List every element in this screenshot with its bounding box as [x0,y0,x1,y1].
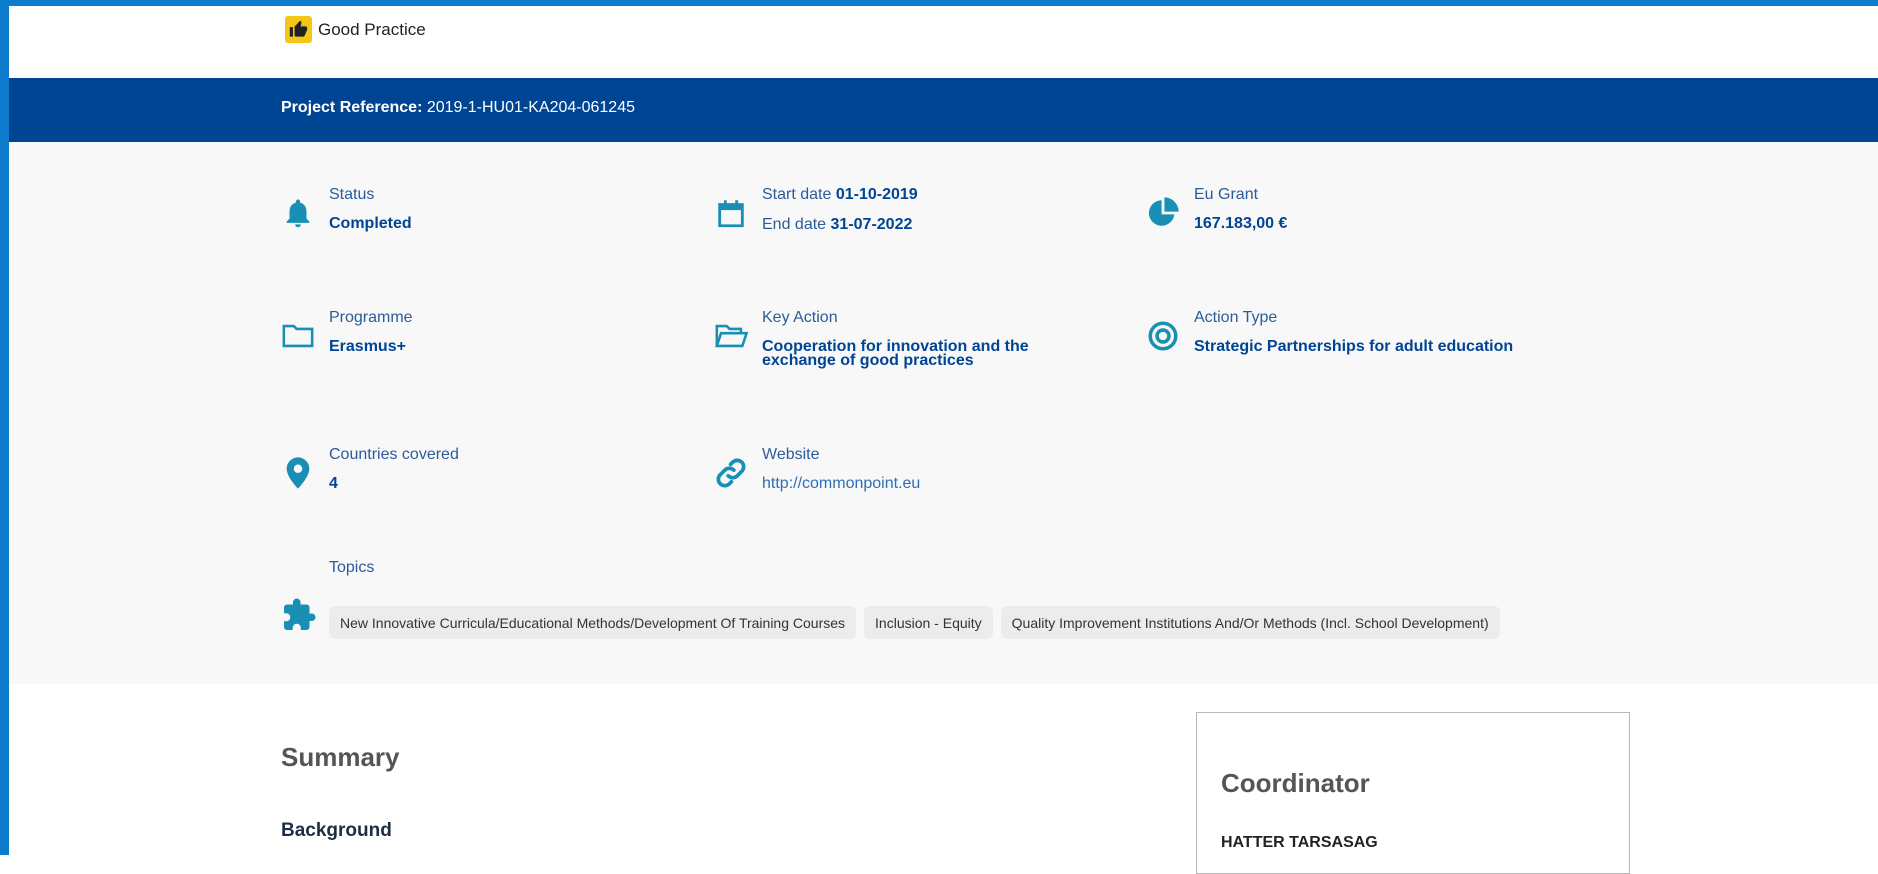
pie-chart-icon [1146,196,1180,230]
key-action-label: Key Action [762,309,838,326]
action-type-value: Strategic Partnerships for adult educati… [1194,338,1514,355]
action-type-label: Action Type [1194,309,1278,326]
end-date: End date 31-07-2022 [762,216,912,234]
countries-value: 4 [329,475,338,492]
end-date-label: End date [762,216,827,233]
website-label: Website [762,446,820,463]
project-reference-label: Project Reference: [281,99,423,116]
bell-icon [281,196,315,230]
folder-icon [281,319,315,353]
calendar-icon [714,196,748,230]
link-icon [714,456,748,490]
start-date-label: Start date [762,186,832,203]
end-date-value: 31-07-2022 [830,216,913,233]
map-pin-icon [281,456,315,490]
window-frame-left [0,0,9,855]
project-reference-bar: Project Reference: 2019-1-HU01-KA204-061… [9,78,1878,142]
start-date: Start date 01-10-2019 [762,186,918,204]
thumbs-up-icon [285,16,312,43]
start-date-value: 01-10-2019 [835,186,918,203]
programme-value: Erasmus+ [329,338,406,355]
coordinator-heading: Coordinator [1221,768,1370,798]
good-practice-badge: Good Practice [285,16,426,43]
website-link[interactable]: http://commonpoint.eu [762,476,920,492]
programme-label: Programme [329,309,413,326]
project-info-panel: Status Completed Start date 01-10-2019 E… [9,142,1878,684]
puzzle-icon [281,597,316,631]
topic-chip[interactable]: Quality Improvement Institutions And/Or … [1000,606,1500,639]
coordinator-name: HATTER TARSASAG [1221,834,1378,851]
window-frame-top [0,0,1878,6]
project-reference-value: 2019-1-HU01-KA204-061245 [426,99,635,116]
topics-list: New Innovative Curricula/Educational Met… [329,606,1500,639]
coordinator-card: Coordinator HATTER TARSASAG [1196,712,1630,874]
topics-label: Topics [329,559,375,576]
folder-open-icon [714,319,749,353]
good-practice-label: Good Practice [318,19,426,39]
countries-label: Countries covered [329,446,459,463]
background-heading: Background [281,820,392,841]
status-value: Completed [329,215,412,232]
key-action-value-line2: exchange of good practices [762,352,974,369]
status-label: Status [329,186,375,203]
topic-chip[interactable]: Inclusion - Equity [864,606,993,639]
topic-chip[interactable]: New Innovative Curricula/Educational Met… [329,606,857,639]
grant-value: 167.183,00 € [1194,215,1288,232]
summary-heading: Summary [281,742,400,772]
target-icon [1146,319,1180,353]
grant-label: Eu Grant [1194,186,1259,203]
